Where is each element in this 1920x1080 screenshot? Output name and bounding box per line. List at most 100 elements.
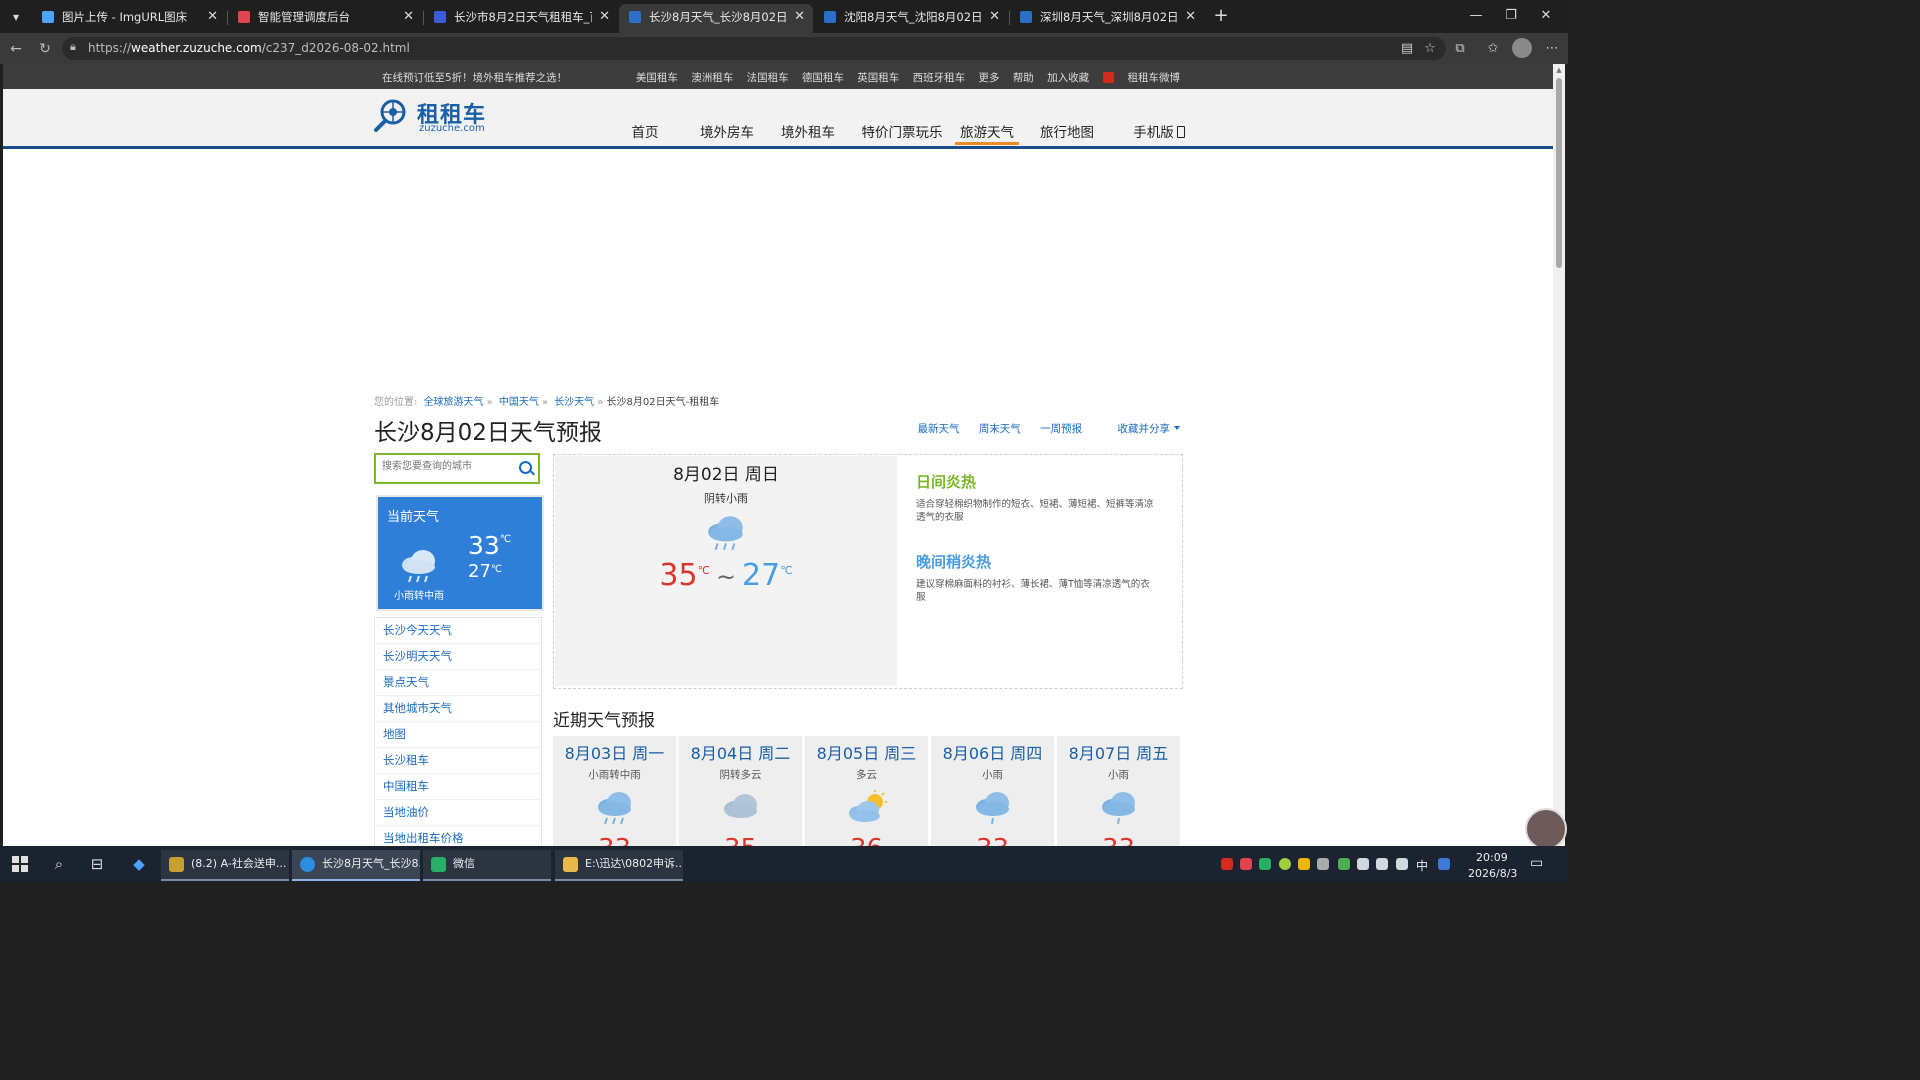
- browser-tab[interactable]: 图片上传 - ImgURL图床 ✕: [32, 4, 226, 33]
- restore-icon[interactable]: ❐: [1496, 6, 1526, 26]
- forecast-day[interactable]: 8月03日 周一 小雨转中雨 33: [553, 736, 676, 846]
- browser-tab-active[interactable]: 长沙8月天气_长沙8月02日天气 - 租租车 ✕: [619, 4, 813, 33]
- favorite-star-icon[interactable]: ☆: [1420, 39, 1440, 59]
- zuzuche-favicon-icon: [824, 11, 836, 23]
- pinned-app-icon[interactable]: ◆: [129, 854, 149, 874]
- clock-date[interactable]: 2026/8/3: [1468, 867, 1517, 880]
- address-bar[interactable]: 🔒︎ https://weather.zuzuche.com/c237_d202…: [62, 37, 1446, 60]
- tray-app-icon[interactable]: [1240, 858, 1252, 870]
- top-link[interactable]: 西班牙租车: [913, 72, 966, 84]
- forecast-day[interactable]: 8月06日 周四 小雨 33: [931, 736, 1054, 846]
- extensions-icon[interactable]: ⧉: [1450, 39, 1470, 59]
- nav-weather[interactable]: 旅游天气: [955, 121, 1019, 145]
- browser-tab[interactable]: 智能管理调度后台 ✕: [228, 4, 422, 33]
- task-view-icon[interactable]: ⊟: [87, 854, 107, 874]
- windows-start-icon[interactable]: [12, 856, 28, 872]
- forecast-day[interactable]: 8月07日 周五 小雨 33: [1057, 736, 1180, 846]
- weekend-weather-link[interactable]: 周末天气: [979, 423, 1021, 435]
- page-scrollbar[interactable]: ▲ ▼: [1553, 64, 1565, 846]
- top-link[interactable]: 德国租车: [802, 72, 844, 84]
- tray-wechat-icon[interactable]: [1259, 858, 1271, 870]
- share-dropdown[interactable]: 收藏并分享: [1102, 423, 1180, 435]
- today-date: 8月02日 周日: [673, 465, 779, 485]
- nav-mobile[interactable]: 手机版: [1111, 121, 1207, 145]
- back-arrow-icon[interactable]: ←: [6, 39, 26, 59]
- top-link[interactable]: 更多: [978, 72, 999, 84]
- browser-tab[interactable]: 沈阳8月天气_沈阳8月02日天气 - 租租车 ✕: [814, 4, 1008, 33]
- side-link[interactable]: 其他城市天气: [375, 696, 541, 722]
- refresh-icon[interactable]: ↻: [35, 39, 55, 59]
- tab-close-icon[interactable]: ✕: [1185, 4, 1196, 30]
- forecast-date: 8月05日 周三: [816, 744, 917, 763]
- tab-close-icon[interactable]: ✕: [207, 4, 218, 30]
- floating-avatar[interactable]: [1525, 808, 1567, 850]
- nav-home[interactable]: 首页: [605, 121, 685, 145]
- top-link[interactable]: 澳洲租车: [691, 72, 733, 84]
- taskbar-app-wps[interactable]: (8.2) A-社会送申...: [161, 850, 289, 881]
- top-link[interactable]: 美国租车: [636, 72, 678, 84]
- close-window-icon[interactable]: ✕: [1531, 6, 1561, 26]
- clock-time[interactable]: 20:09: [1476, 851, 1508, 864]
- nav-map[interactable]: 旅行地图: [1027, 121, 1107, 145]
- tray-app-icon[interactable]: [1317, 858, 1329, 870]
- side-link[interactable]: 当地油价: [375, 800, 541, 826]
- new-tab-plus-icon[interactable]: +: [1210, 5, 1232, 27]
- breadcrumb-link[interactable]: 中国天气: [499, 397, 539, 408]
- magnifier-logo-icon[interactable]: [374, 98, 410, 132]
- browser-tab[interactable]: 长沙市8月2日天气租租车_百度搜索 ✕: [424, 4, 618, 33]
- side-link[interactable]: 长沙今天天气: [375, 618, 541, 644]
- profile-avatar[interactable]: [1512, 38, 1532, 58]
- tab-close-icon[interactable]: ✕: [989, 4, 1000, 30]
- week-forecast-link[interactable]: 一周预报: [1040, 423, 1082, 435]
- tray-app-icon[interactable]: [1396, 858, 1408, 870]
- admin-favicon-icon: [238, 11, 250, 23]
- taskbar-app-wechat[interactable]: 微信: [423, 850, 551, 881]
- nav-car-rental[interactable]: 境外租车: [768, 121, 848, 145]
- notification-icon[interactable]: ▭: [1530, 855, 1543, 871]
- top-link[interactable]: 法国租车: [747, 72, 789, 84]
- scroll-thumb[interactable]: [1556, 78, 1562, 268]
- scroll-up-icon[interactable]: ▲: [1555, 66, 1563, 74]
- taskbar-app-explorer[interactable]: E:\迅达\0802申诉...: [555, 850, 683, 881]
- breadcrumb-link[interactable]: 全球旅游天气: [424, 397, 484, 408]
- side-link[interactable]: 长沙明天天气: [375, 644, 541, 670]
- tab-close-icon[interactable]: ✕: [599, 4, 610, 30]
- volume-icon[interactable]: [1376, 858, 1388, 870]
- favorites-list-icon[interactable]: ✩: [1483, 39, 1503, 59]
- tray-app-icon[interactable]: [1221, 858, 1233, 870]
- side-link[interactable]: 景点天气: [375, 670, 541, 696]
- weibo-link[interactable]: 租租车微博: [1102, 72, 1180, 84]
- top-link[interactable]: 帮助: [1013, 72, 1034, 84]
- forecast-day[interactable]: 8月04日 周二 阴转多云 35: [679, 736, 802, 846]
- nav-rv[interactable]: 境外房车: [687, 121, 767, 145]
- latest-weather-link[interactable]: 最新天气: [917, 423, 959, 435]
- tray-app-icon[interactable]: [1279, 858, 1291, 870]
- tray-app-icon[interactable]: [1338, 858, 1350, 870]
- forecast-day[interactable]: 8月05日 周三 多云 36: [805, 736, 928, 846]
- tab-close-icon[interactable]: ✕: [794, 4, 805, 30]
- tray-shield-icon[interactable]: [1298, 858, 1310, 870]
- taskbar-app-edge[interactable]: 长沙8月天气_长沙8...: [292, 850, 420, 881]
- nav-tickets[interactable]: 特价门票玩乐: [857, 121, 947, 145]
- side-link[interactable]: 当地出租车价格: [375, 826, 541, 846]
- top-link[interactable]: 英国租车: [857, 72, 899, 84]
- city-search-input[interactable]: [380, 460, 514, 473]
- tray-app-icon[interactable]: [1438, 858, 1450, 870]
- side-link[interactable]: 地图: [375, 722, 541, 748]
- top-link[interactable]: 加入收藏: [1047, 72, 1089, 84]
- search-icon[interactable]: [519, 461, 532, 474]
- ime-indicator[interactable]: 中: [1416, 857, 1428, 874]
- minimize-icon[interactable]: —: [1461, 6, 1491, 26]
- tab-close-icon[interactable]: ✕: [403, 4, 414, 30]
- more-menu-icon[interactable]: ⋯: [1542, 39, 1562, 59]
- reader-mode-icon[interactable]: ▤: [1397, 39, 1417, 59]
- breadcrumb-link[interactable]: 长沙天气: [554, 397, 594, 408]
- side-link[interactable]: 长沙租车: [375, 748, 541, 774]
- tab-actions-menu-icon[interactable]: ▾: [5, 6, 27, 28]
- network-icon[interactable]: [1357, 858, 1369, 870]
- browser-tab[interactable]: 深圳8月天气_深圳8月02日天气 - 租租车 ✕: [1010, 4, 1204, 33]
- promo-text[interactable]: 在线预订低至5折！境外租车推荐之选！: [382, 70, 567, 85]
- rain-cloud-icon: [708, 516, 743, 551]
- side-link[interactable]: 中国租车: [375, 774, 541, 800]
- search-icon[interactable]: ⌕: [49, 854, 69, 874]
